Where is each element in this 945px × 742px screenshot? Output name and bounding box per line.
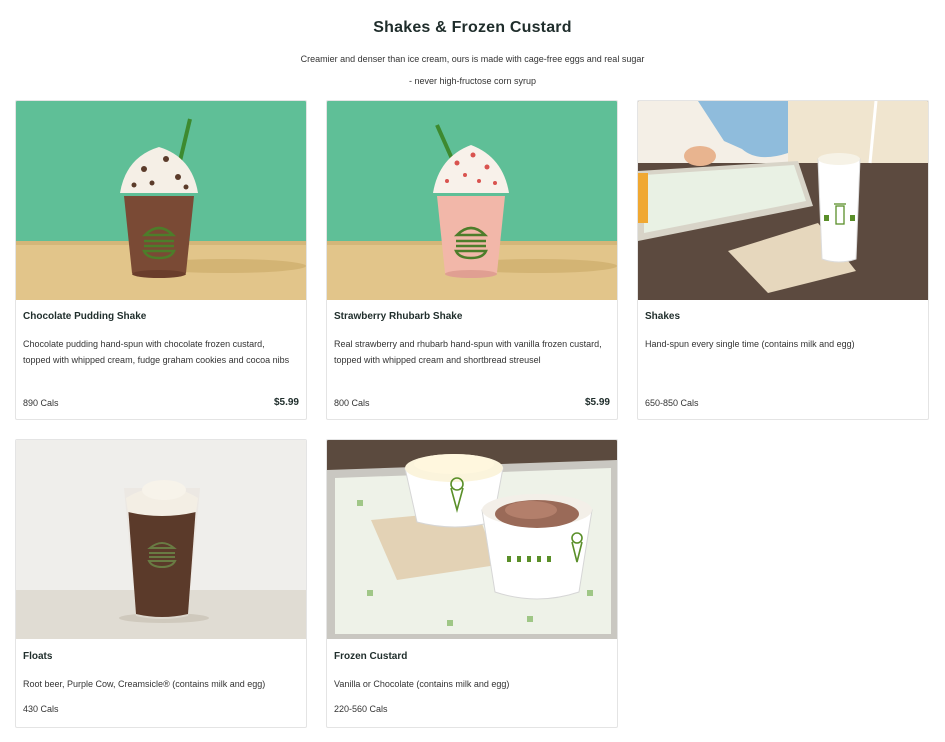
floats-image — [16, 440, 306, 639]
item-description: Hand-spun every single time (contains mi… — [645, 339, 855, 349]
section-description: Creamier and denser than ice cream, ours… — [300, 54, 645, 86]
menu-card-shakes[interactable]: Shakes Hand-spun every single time (cont… — [637, 100, 929, 420]
item-description: Vanilla or Chocolate (contains milk and … — [334, 679, 510, 689]
shakes-image — [638, 101, 928, 300]
menu-card-frozen-custard[interactable]: Frozen Custard Vanilla or Chocolate (con… — [326, 439, 618, 728]
item-name: Floats — [23, 651, 53, 662]
item-calories: 890 Cals — [23, 398, 59, 408]
item-price: $5.99 — [273, 397, 299, 408]
item-name: Strawberry Rhubarb Shake — [334, 311, 463, 322]
chocolate-pudding-shake-image — [16, 101, 306, 300]
item-description: Real strawberry and rhubarb hand-spun wi… — [334, 339, 602, 365]
frozen-custard-image — [327, 440, 617, 639]
item-calories: 220-560 Cals — [334, 704, 388, 714]
item-calories: 800 Cals — [334, 398, 370, 408]
menu-card-strawberry-rhubarb-shake[interactable]: Strawberry Rhubarb Shake Real strawberry… — [326, 100, 618, 420]
menu-card-floats[interactable]: Floats Root beer, Purple Cow, Creamsicle… — [15, 439, 307, 728]
item-name: Frozen Custard — [334, 651, 408, 662]
item-calories: 430 Cals — [23, 704, 59, 714]
section-title: Shakes & Frozen Custard — [373, 19, 572, 36]
item-calories: 650-850 Cals — [645, 398, 699, 408]
strawberry-rhubarb-shake-image — [327, 101, 617, 300]
menu-card-chocolate-pudding-shake[interactable]: Chocolate Pudding Shake Chocolate puddin… — [15, 100, 307, 420]
item-name: Shakes — [645, 311, 681, 322]
item-description: Root beer, Purple Cow, Creamsicle® (cont… — [23, 679, 266, 689]
item-name: Chocolate Pudding Shake — [23, 311, 147, 322]
item-price: $5.99 — [584, 397, 610, 408]
item-description: Chocolate pudding hand-spun with chocola… — [23, 339, 290, 365]
